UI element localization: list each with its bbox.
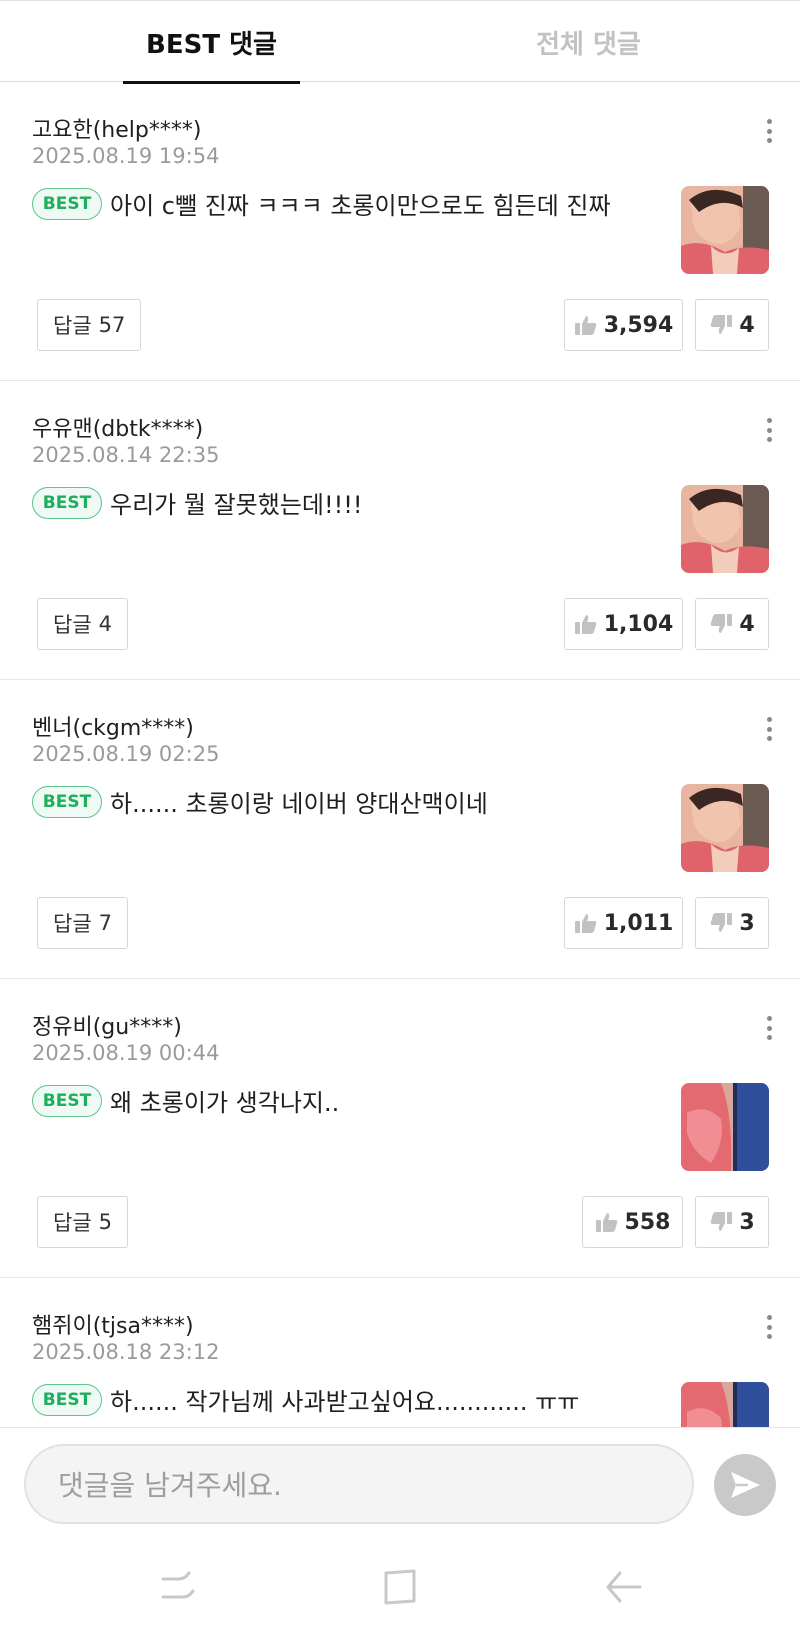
- episode-thumbnail[interactable]: [681, 784, 769, 872]
- thumbs-up-icon: [574, 912, 598, 934]
- best-badge: BEST: [32, 1084, 102, 1117]
- comment-tabs: BEST 댓글 전체 댓글: [0, 0, 800, 84]
- like-count: 1,011: [603, 910, 674, 936]
- dislike-button[interactable]: 3: [695, 897, 769, 949]
- like-button[interactable]: 1,011: [564, 897, 683, 949]
- reply-button[interactable]: 답글 5: [37, 1196, 129, 1248]
- more-options-icon[interactable]: [758, 1013, 780, 1043]
- reply-count: 5: [98, 1210, 113, 1234]
- comment-text: 하...... 초롱이랑 네이버 양대산맥이네: [110, 790, 488, 818]
- comment-input[interactable]: 댓글을 남겨주세요.: [24, 1444, 694, 1524]
- tab-best-label: BEST 댓글: [146, 29, 277, 60]
- reply-button[interactable]: 답글 57: [37, 299, 142, 351]
- comment-date: 2025.08.18 23:12: [32, 1340, 220, 1364]
- comment-author: 고요한(help****): [32, 118, 202, 143]
- thumbs-up-icon: [574, 314, 598, 336]
- comment-date: 2025.08.19 02:25: [32, 742, 220, 766]
- dislike-button[interactable]: 4: [695, 299, 769, 351]
- best-badge: BEST: [32, 486, 102, 519]
- back-icon[interactable]: [602, 1565, 646, 1609]
- like-button[interactable]: 1,104: [564, 598, 683, 650]
- reply-label: 답글: [53, 314, 92, 338]
- tab-all-comments[interactable]: 전체 댓글: [500, 1, 677, 83]
- dislike-button[interactable]: 4: [695, 598, 769, 650]
- episode-thumbnail[interactable]: [681, 1083, 769, 1171]
- thumbs-down-icon: [709, 314, 733, 336]
- tab-all-label: 전체 댓글: [536, 29, 641, 60]
- comment-body: BEST 하...... 작가님께 사과받고싶어요............ ㅠㅠ: [32, 1382, 579, 1417]
- episode-thumbnail[interactable]: [681, 485, 769, 573]
- dislike-count: 4: [739, 312, 755, 338]
- comment-item: 벤너(ckgm****) 2025.08.19 02:25 BEST 하....…: [0, 680, 800, 979]
- send-icon: [731, 1472, 760, 1498]
- tab-best-comments[interactable]: BEST 댓글: [123, 1, 300, 84]
- send-button[interactable]: [714, 1454, 776, 1516]
- comment-list[interactable]: 고요한(help****) 2025.08.19 19:54 BEST 아이 c…: [0, 82, 800, 1427]
- comment-text: 왜 초롱이가 생각나지..: [110, 1089, 340, 1117]
- like-button[interactable]: 3,594: [564, 299, 683, 351]
- more-options-icon[interactable]: [758, 1312, 780, 1342]
- reply-count: 7: [98, 911, 113, 935]
- comment-text: 우리가 뭘 잘못했는데!!!!: [110, 491, 363, 519]
- comment-body: BEST 하...... 초롱이랑 네이버 양대산맥이네: [32, 784, 488, 819]
- episode-thumbnail[interactable]: [681, 1382, 769, 1427]
- comment-item: 우유맨(dbtk****) 2025.08.14 22:35 BEST 우리가 …: [0, 381, 800, 680]
- dislike-count: 4: [739, 611, 755, 637]
- dislike-button[interactable]: 3: [695, 1196, 769, 1248]
- comment-author: 벤너(ckgm****): [32, 716, 194, 741]
- comment-item: 햄쥐이(tjsa****) 2025.08.18 23:12 BEST 하...…: [0, 1278, 800, 1427]
- system-navigation-bar: [0, 1535, 800, 1635]
- reply-count: 4: [98, 612, 113, 636]
- comment-body: BEST 우리가 뭘 잘못했는데!!!!: [32, 485, 362, 520]
- like-count: 3,594: [603, 312, 674, 338]
- thumbs-down-icon: [709, 613, 733, 635]
- comment-body: BEST 아이 c뺄 진짜 ㅋㅋㅋ 초롱이만으로도 힘든데 진짜: [32, 186, 611, 221]
- comment-text: 하...... 작가님께 사과받고싶어요............ ㅠㅠ: [110, 1388, 580, 1416]
- comment-author: 햄쥐이(tjsa****): [32, 1314, 194, 1339]
- comment-author: 정유비(gu****): [32, 1015, 182, 1040]
- thumbs-up-icon: [574, 613, 598, 635]
- more-options-icon[interactable]: [758, 116, 780, 146]
- like-count: 1,104: [603, 611, 674, 637]
- dislike-count: 3: [739, 910, 755, 936]
- best-badge: BEST: [32, 187, 102, 220]
- home-icon[interactable]: [378, 1565, 422, 1609]
- reply-label: 답글: [53, 1211, 92, 1235]
- comment-body: BEST 왜 초롱이가 생각나지..: [32, 1083, 339, 1118]
- comment-date: 2025.08.14 22:35: [32, 443, 220, 467]
- comment-date: 2025.08.19 19:54: [32, 144, 220, 168]
- more-options-icon[interactable]: [758, 415, 780, 445]
- reply-label: 답글: [53, 912, 92, 936]
- thumbs-down-icon: [709, 912, 733, 934]
- comment-author: 우유맨(dbtk****): [32, 417, 204, 442]
- like-count: 558: [624, 1209, 671, 1235]
- dislike-count: 3: [739, 1209, 755, 1235]
- episode-thumbnail[interactable]: [681, 186, 769, 274]
- comment-item: 고요한(help****) 2025.08.19 19:54 BEST 아이 c…: [0, 82, 800, 381]
- recent-apps-icon[interactable]: [157, 1565, 201, 1609]
- best-badge: BEST: [32, 785, 102, 818]
- comment-item: 정유비(gu****) 2025.08.19 00:44 BEST 왜 초롱이가…: [0, 979, 800, 1278]
- best-badge: BEST: [32, 1383, 102, 1416]
- thumbs-down-icon: [709, 1211, 733, 1233]
- thumbs-up-icon: [595, 1211, 619, 1233]
- comment-input-bar: 댓글을 남겨주세요.: [0, 1427, 800, 1535]
- reply-count: 57: [98, 313, 126, 337]
- reply-label: 답글: [53, 613, 92, 637]
- reply-button[interactable]: 답글 4: [37, 598, 129, 650]
- more-options-icon[interactable]: [758, 714, 780, 744]
- reply-button[interactable]: 답글 7: [37, 897, 129, 949]
- comment-text: 아이 c뺄 진짜 ㅋㅋㅋ 초롱이만으로도 힘든데 진짜: [110, 192, 611, 220]
- comment-date: 2025.08.19 00:44: [32, 1041, 220, 1065]
- like-button[interactable]: 558: [582, 1196, 683, 1248]
